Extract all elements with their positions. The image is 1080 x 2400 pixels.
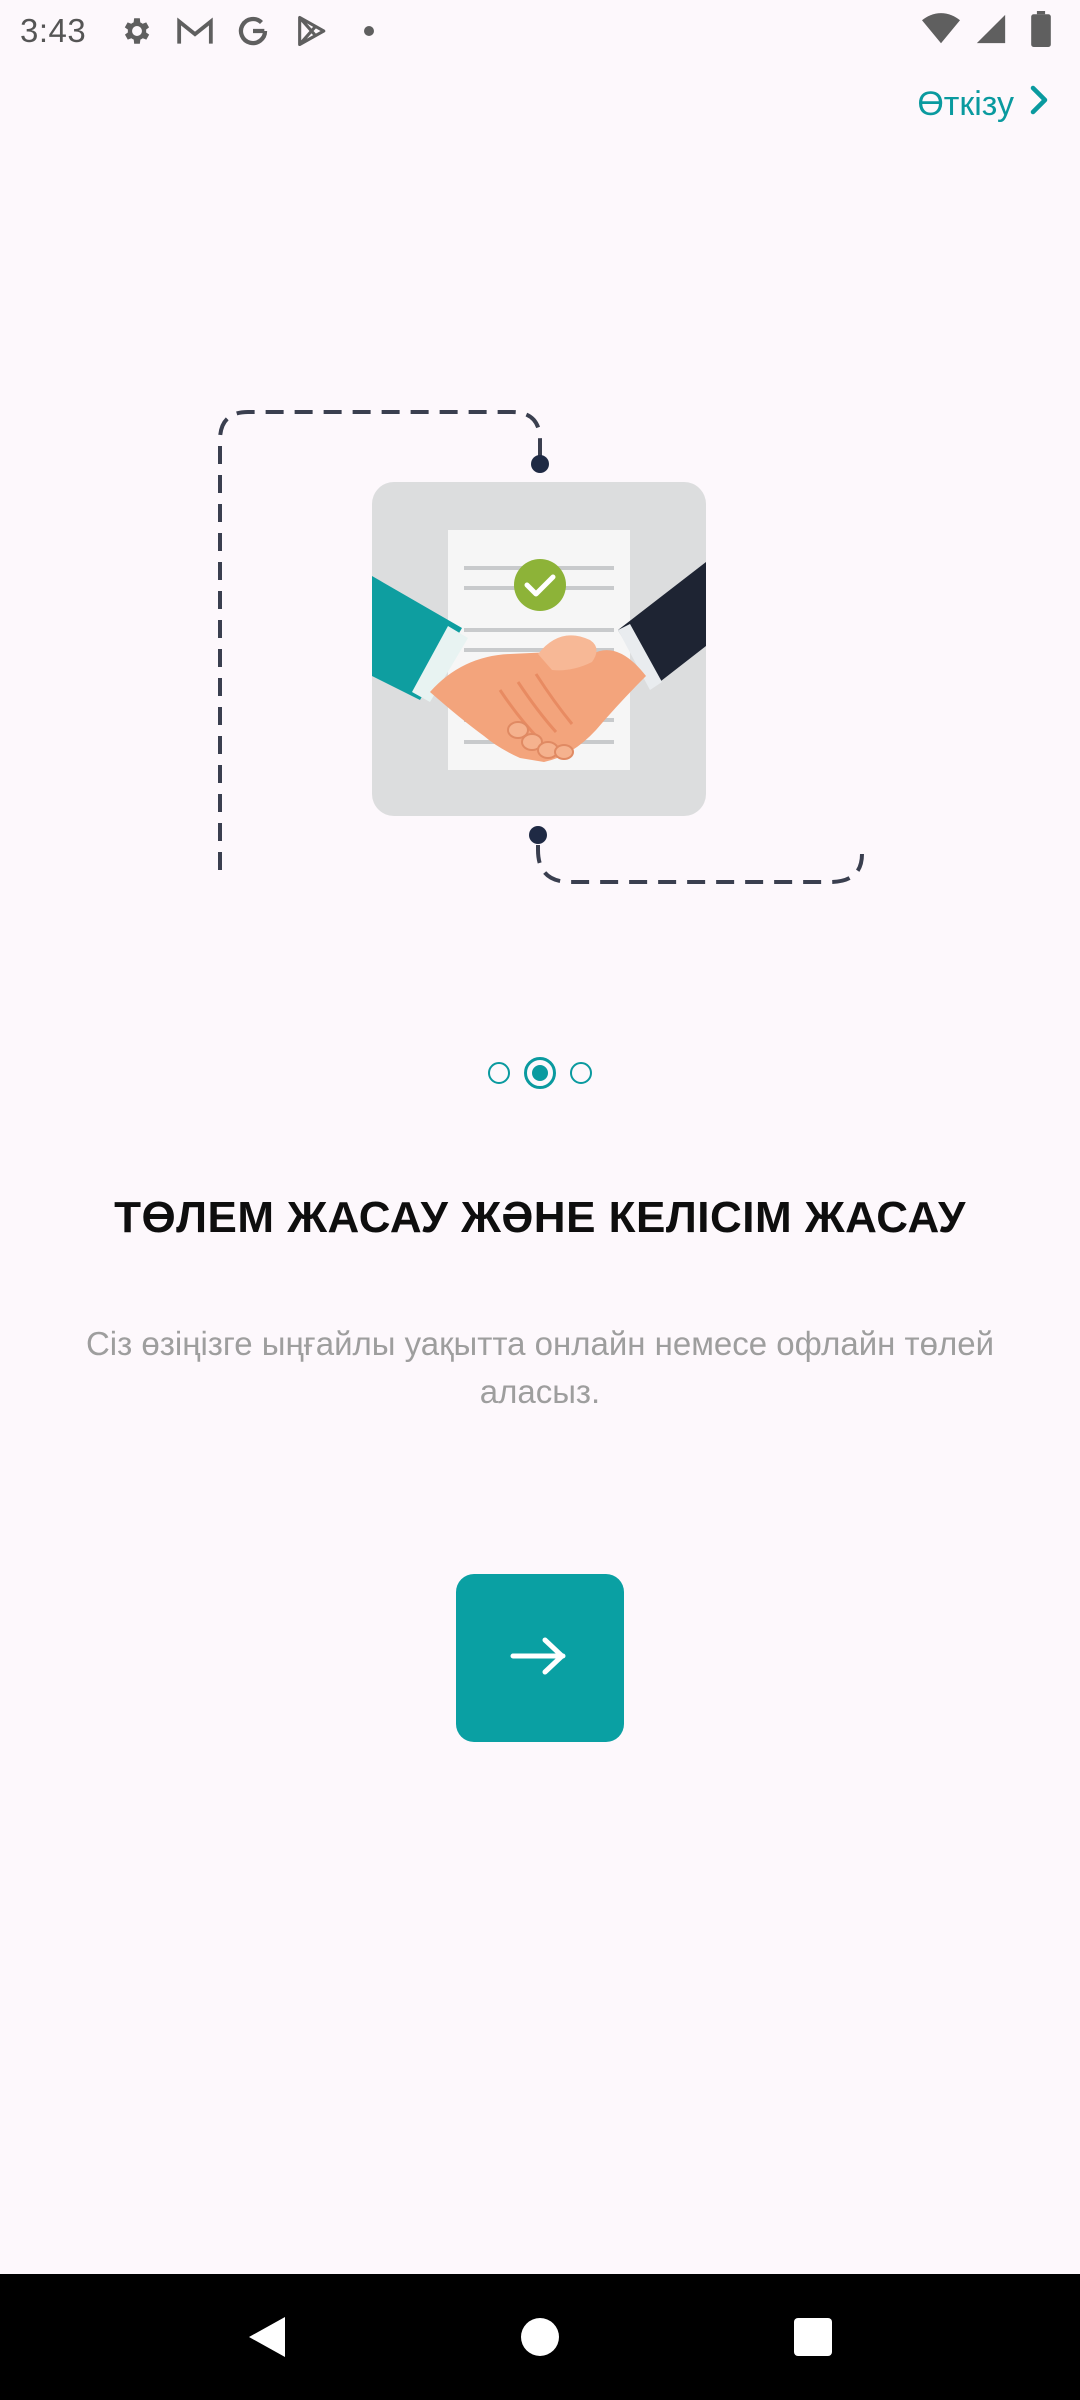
- play-store-icon: [292, 12, 330, 50]
- page-indicator: [0, 1057, 1080, 1089]
- google-icon: [234, 12, 272, 50]
- handshake-contract-icon: [200, 390, 880, 910]
- status-icons-left: [118, 12, 388, 50]
- chevron-right-icon: [1028, 84, 1050, 125]
- wifi-icon: [922, 10, 960, 48]
- settings-icon: [118, 12, 156, 50]
- recents-icon[interactable]: [778, 2302, 848, 2372]
- arrow-right-icon: [509, 1635, 571, 1682]
- onboarding-description: Сіз өзіңізге ыңғайлы уақытта онлайн неме…: [85, 1325, 995, 1410]
- skip-button[interactable]: Өткізу: [917, 84, 1050, 125]
- onboarding-screen: 3:43 Өткізу ТӨЛЕМ ЖАСАУ ЖӘНЕ КЕЛІСІМ ЖАС…: [0, 0, 1080, 2400]
- battery-icon: [1022, 10, 1060, 48]
- skip-label: Өткізу: [917, 85, 1014, 123]
- status-time: 3:43: [20, 12, 87, 49]
- status-icons-right: [922, 10, 1060, 48]
- system-nav-bar: [0, 2274, 1080, 2400]
- onboarding-title: ТӨЛЕМ ЖАСАУ ЖӘНЕ КЕЛІСІМ ЖАСАУ: [114, 1193, 966, 1242]
- back-icon[interactable]: [232, 2302, 302, 2372]
- home-icon[interactable]: [505, 2302, 575, 2372]
- page-dot-2-active[interactable]: [524, 1057, 556, 1089]
- signal-icon: [972, 10, 1010, 48]
- next-button[interactable]: [456, 1574, 624, 1742]
- page-dot-3[interactable]: [570, 1062, 592, 1084]
- dot-icon: [350, 12, 388, 50]
- status-bar: 3:43: [0, 0, 1080, 62]
- page-dot-1[interactable]: [488, 1062, 510, 1084]
- gmail-icon: [176, 12, 214, 50]
